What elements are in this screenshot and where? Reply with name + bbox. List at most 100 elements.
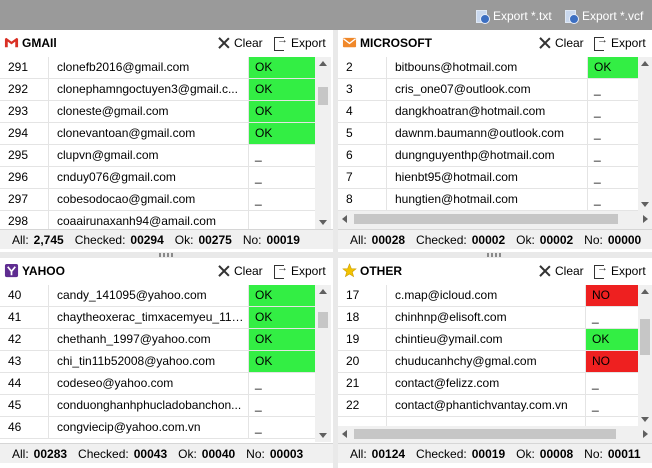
- gmail-vertical-scrollbar[interactable]: [315, 57, 331, 229]
- other-vertical-scrollbar[interactable]: [638, 285, 652, 426]
- row-index: 295: [0, 145, 49, 166]
- table-row[interactable]: 8 hungtien@hotmail.com _: [338, 189, 638, 211]
- gmail-clear-button[interactable]: Clear: [218, 34, 263, 52]
- row-status: _: [592, 376, 599, 390]
- table-row[interactable]: 298 coaairunaxanh94@amail.com: [0, 211, 315, 229]
- scroll-down-arrow-icon[interactable]: [641, 417, 649, 422]
- scroll-thumb[interactable]: [318, 87, 328, 105]
- table-row[interactable]: 18 chinhnp@elisoft.com _: [338, 307, 638, 329]
- table-row[interactable]: 3 cris_one07@outlook.com _: [338, 79, 638, 101]
- all-count: 2,745: [33, 232, 64, 247]
- export-vcf-button[interactable]: Export *.vcf: [564, 7, 643, 25]
- row-status: OK: [249, 285, 315, 306]
- other-clear-button[interactable]: Clear: [539, 262, 584, 280]
- splitter-handle[interactable]: [159, 253, 175, 257]
- export-icon: [593, 34, 608, 51]
- table-row[interactable]: 4 dangkhoatran@hotmail.com _: [338, 101, 638, 123]
- table-row[interactable]: 46 congviecip@yahoo.com.vn _: [0, 417, 315, 439]
- scroll-up-arrow-icon[interactable]: [319, 289, 327, 294]
- microsoft-clear-button[interactable]: Clear: [539, 34, 584, 52]
- all-count: 00283: [33, 446, 68, 461]
- row-index: 298: [0, 211, 49, 229]
- scroll-down-arrow-icon[interactable]: [641, 202, 649, 207]
- scroll-up-arrow-icon[interactable]: [641, 61, 649, 66]
- table-row[interactable]: [338, 417, 638, 426]
- scroll-down-arrow-icon[interactable]: [319, 433, 327, 438]
- row-email: chuducanhchy@gmal.com: [387, 351, 586, 372]
- table-row[interactable]: 21 contact@felizz.com _: [338, 373, 638, 395]
- export-label: Export: [611, 264, 646, 278]
- table-row[interactable]: 5 dawnm.baumann@outlook.com _: [338, 123, 638, 145]
- other-horizontal-scrollbar[interactable]: [338, 426, 652, 443]
- export-label: Export: [291, 264, 326, 278]
- row-email: chintieu@ymail.com: [387, 329, 586, 350]
- table-row[interactable]: 7 hienbt95@hotmail.com _: [338, 167, 638, 189]
- row-status: _: [255, 376, 262, 390]
- row-index: 44: [0, 373, 49, 394]
- microsoft-export-button[interactable]: Export: [593, 34, 646, 52]
- checked-count: 00294: [130, 232, 164, 247]
- splitter-handle[interactable]: [487, 253, 503, 257]
- row-email: dawnm.baumann@outlook.com: [387, 123, 588, 144]
- scroll-up-arrow-icon[interactable]: [641, 289, 649, 294]
- table-row[interactable]: 2 bitbouns@hotmail.com OK: [338, 57, 638, 79]
- row-index: 42: [0, 329, 49, 350]
- yahoo-vertical-scrollbar[interactable]: [315, 285, 331, 442]
- no-count: 00019: [266, 232, 300, 247]
- microsoft-vertical-scrollbar[interactable]: [638, 57, 652, 211]
- microsoft-email-list: 2 bitbouns@hotmail.com OK 3 cris_one07@outl…: [338, 57, 638, 211]
- scroll-left-arrow-icon[interactable]: [342, 215, 347, 223]
- table-row[interactable]: 20 chuducanhchy@gmal.com NO: [338, 351, 638, 373]
- table-row[interactable]: 22 contact@phantichvantay.com.vn _: [338, 395, 638, 417]
- yahoo-clear-button[interactable]: Clear: [218, 262, 263, 280]
- table-row[interactable]: 294 clonevantoan@gmail.com OK: [0, 123, 315, 145]
- table-row[interactable]: 6 dungnguyenthp@hotmail.com _: [338, 145, 638, 167]
- checked-label: Checked:: [78, 446, 129, 461]
- yahoo-email-list: 40 candy_141095@yahoo.com OK 41 chaytheoxer…: [0, 285, 315, 442]
- row-status: _: [594, 148, 601, 162]
- row-email: chaytheoxerac_timxacemyeu_117...: [49, 307, 249, 328]
- scroll-right-arrow-icon[interactable]: [643, 215, 648, 223]
- row-index: 2: [338, 57, 387, 78]
- row-index: 291: [0, 57, 49, 78]
- table-row[interactable]: 41 chaytheoxerac_timxacemyeu_117... OK: [0, 307, 315, 329]
- row-email: chi_tin11b52008@yahoo.com: [49, 351, 249, 372]
- row-email: candy_141095@yahoo.com: [49, 285, 249, 306]
- row-email: contact@phantichvantay.com.vn: [387, 395, 586, 416]
- ok-count: 00002: [539, 232, 574, 247]
- row-index: 40: [0, 285, 49, 306]
- clear-label: Clear: [234, 36, 263, 50]
- row-index: 21: [338, 373, 387, 394]
- table-row[interactable]: 45 conduonghanhphucladobanchon... _: [0, 395, 315, 417]
- table-row[interactable]: 42 chethanh_1997@yahoo.com OK: [0, 329, 315, 351]
- all-label: All:: [350, 232, 367, 247]
- scroll-thumb[interactable]: [354, 429, 616, 439]
- microsoft-stats-bar: All: 00028 Checked: 00002 Ok: 00002 No: …: [338, 229, 652, 249]
- other-panel: OTHER Clear Export 17c.map@icloud.comNO …: [338, 258, 652, 468]
- other-export-button[interactable]: Export: [593, 262, 646, 280]
- export-txt-button[interactable]: Export *.txt: [475, 7, 552, 25]
- table-row[interactable]: 43 chi_tin11b52008@yahoo.com OK: [0, 351, 315, 373]
- table-row[interactable]: 293 cloneste@gmail.com OK: [0, 101, 315, 123]
- export-vcf-label: Export *.vcf: [582, 9, 644, 23]
- table-row[interactable]: 40 candy_141095@yahoo.com OK: [0, 285, 315, 307]
- table-row[interactable]: 296 cnduy076@gmail.com _: [0, 167, 315, 189]
- scroll-down-arrow-icon[interactable]: [319, 220, 327, 225]
- table-row[interactable]: 44 codeseo@yahoo.com _: [0, 373, 315, 395]
- table-row[interactable]: 297 cobesodocao@gmail.com _: [0, 189, 315, 211]
- scroll-thumb[interactable]: [354, 214, 618, 224]
- no-label: No:: [584, 446, 603, 461]
- scroll-thumb[interactable]: [318, 312, 328, 328]
- table-row[interactable]: 19 chintieu@ymail.com OK: [338, 329, 638, 351]
- scroll-up-arrow-icon[interactable]: [319, 61, 327, 66]
- yahoo-export-button[interactable]: Export: [273, 262, 326, 280]
- scroll-right-arrow-icon[interactable]: [643, 430, 648, 438]
- microsoft-horizontal-scrollbar[interactable]: [338, 211, 652, 229]
- gmail-export-button[interactable]: Export: [273, 34, 326, 52]
- scroll-thumb[interactable]: [640, 319, 650, 355]
- table-row[interactable]: 292 clonephamngoctuyen3@gmail.c... OK: [0, 79, 315, 101]
- scroll-left-arrow-icon[interactable]: [342, 430, 347, 438]
- table-row[interactable]: 17 c.map@icloud.com NO: [338, 285, 638, 307]
- table-row[interactable]: 291 clonefb2016@gmail.com OK: [0, 57, 315, 79]
- table-row[interactable]: 295 clupvn@gmail.com _: [0, 145, 315, 167]
